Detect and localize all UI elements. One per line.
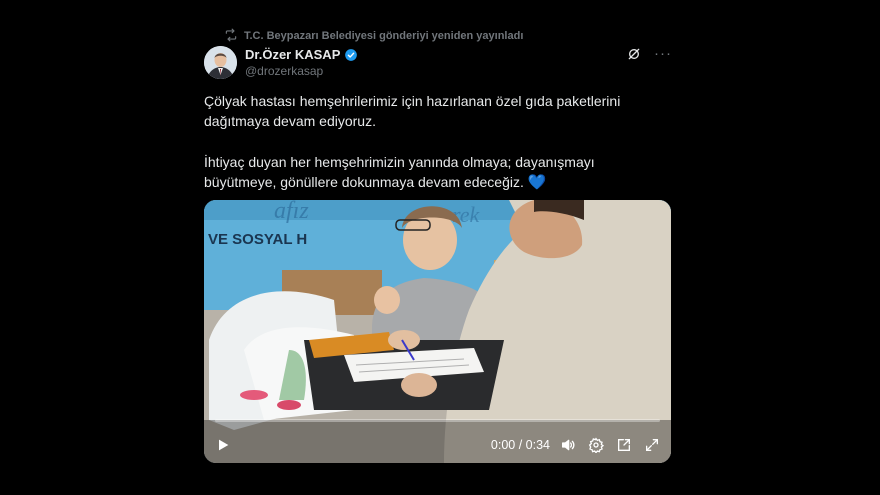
more-options-icon[interactable]: ··· — [654, 46, 672, 62]
repost-icon — [224, 28, 238, 45]
wall-sign-text: VE SOSYAL H — [208, 231, 307, 248]
video-controls: 0:00 / 0:34 — [204, 427, 671, 463]
author-name[interactable]: Dr.Özer KASAP — [245, 47, 340, 62]
video-frame: VE SOSYAL H afız rek — [204, 200, 671, 463]
fullscreen-icon[interactable] — [644, 437, 660, 453]
play-icon[interactable] — [215, 437, 231, 453]
grok-icon[interactable] — [626, 46, 642, 62]
popout-icon[interactable] — [616, 437, 632, 453]
author-handle[interactable]: @drozerkasap — [245, 64, 358, 78]
author-block: Dr.Özer KASAP @drozerkasap — [245, 46, 358, 78]
verified-badge-icon — [344, 48, 358, 62]
avatar[interactable] — [204, 46, 237, 79]
video-time: 0:00 / 0:34 — [490, 438, 550, 452]
repost-text: T.C. Beypazarı Belediyesi gönderiyi yeni… — [244, 30, 524, 42]
repost-indicator[interactable]: T.C. Beypazarı Belediyesi gönderiyi yeni… — [224, 28, 523, 44]
tweet-text: Çölyak hastası hemşehrilerimiz için hazı… — [204, 91, 654, 193]
video-progress-bar[interactable] — [215, 419, 660, 422]
blue-heart-emoji: 💙 — [527, 174, 547, 191]
settings-icon[interactable] — [588, 437, 604, 453]
volume-icon[interactable] — [560, 437, 576, 453]
tweet-paragraph-1: Çölyak hastası hemşehrilerimiz için hazı… — [204, 93, 621, 129]
video-player[interactable]: VE SOSYAL H afız rek 0:00 / 0:34 — [204, 200, 671, 463]
svg-text:afız: afız — [274, 200, 309, 224]
tweet-top-actions: ··· — [626, 46, 672, 62]
svg-text:rek: rek — [452, 202, 481, 227]
tweet-paragraph-2: İhtiyaç duyan her hemşehrimizin yanında … — [204, 154, 595, 191]
